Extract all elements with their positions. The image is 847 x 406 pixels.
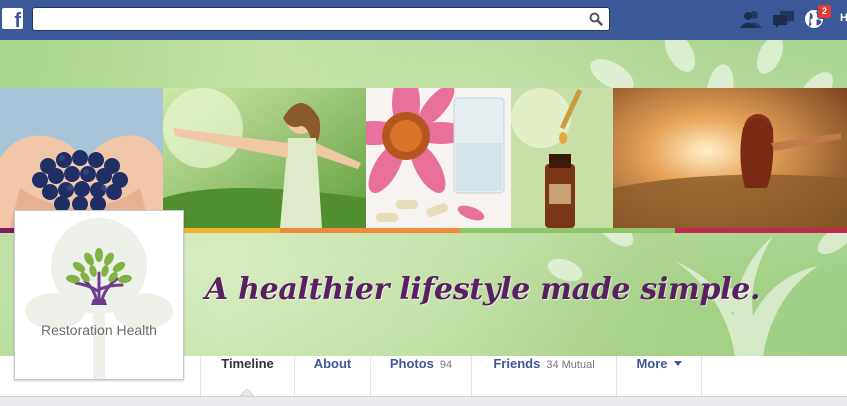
- tab-about[interactable]: About: [295, 356, 371, 396]
- tab-label: Friends: [493, 356, 541, 371]
- cover-photo-flower-capsules: [366, 88, 511, 228]
- tab-count: 34 Mutual: [546, 359, 595, 371]
- tab-friends[interactable]: Friends 34 Mutual: [472, 356, 617, 396]
- facebook-logo[interactable]: f: [2, 8, 23, 31]
- tab-label: Timeline: [221, 356, 274, 371]
- tab-label: About: [313, 356, 352, 371]
- tab-photos[interactable]: Photos 94: [371, 356, 472, 396]
- tab-more[interactable]: More: [617, 356, 702, 396]
- friends-icon[interactable]: [739, 9, 763, 29]
- home-link[interactable]: H: [840, 12, 847, 24]
- tab-label: Photos: [389, 356, 434, 371]
- cover-color-strip-purple: [0, 228, 14, 233]
- profile-picture[interactable]: Restoration Health: [14, 210, 184, 380]
- cover-photo-woman-sunset: [613, 88, 847, 228]
- tab-count: 94: [439, 359, 453, 371]
- chevron-down-icon: [673, 361, 682, 366]
- cover-photo-blueberries: [0, 88, 163, 228]
- search-input[interactable]: [39, 9, 583, 31]
- cover-photo-dropper-bottle: [511, 88, 613, 228]
- tab-label: More: [636, 356, 668, 371]
- notification-badge: 2: [817, 4, 832, 19]
- cover-color-strip-orange: [280, 228, 460, 233]
- cover-photo-woman-meadow: [163, 88, 366, 228]
- cover-tagline: A healthier lifestyle made simple.: [205, 272, 761, 307]
- active-tab-pointer: [240, 389, 254, 396]
- cover-color-strip-yellow: [184, 228, 280, 233]
- cover-color-strip-green: [460, 228, 675, 233]
- messages-icon[interactable]: [772, 9, 796, 29]
- search-box[interactable]: [32, 7, 610, 31]
- profile-name: Restoration Health: [41, 322, 157, 338]
- search-icon[interactable]: [589, 12, 603, 26]
- top-bar: f 2 H: [0, 0, 847, 41]
- cover-color-strip-red: [675, 228, 847, 233]
- restoration-health-logo: [25, 218, 173, 379]
